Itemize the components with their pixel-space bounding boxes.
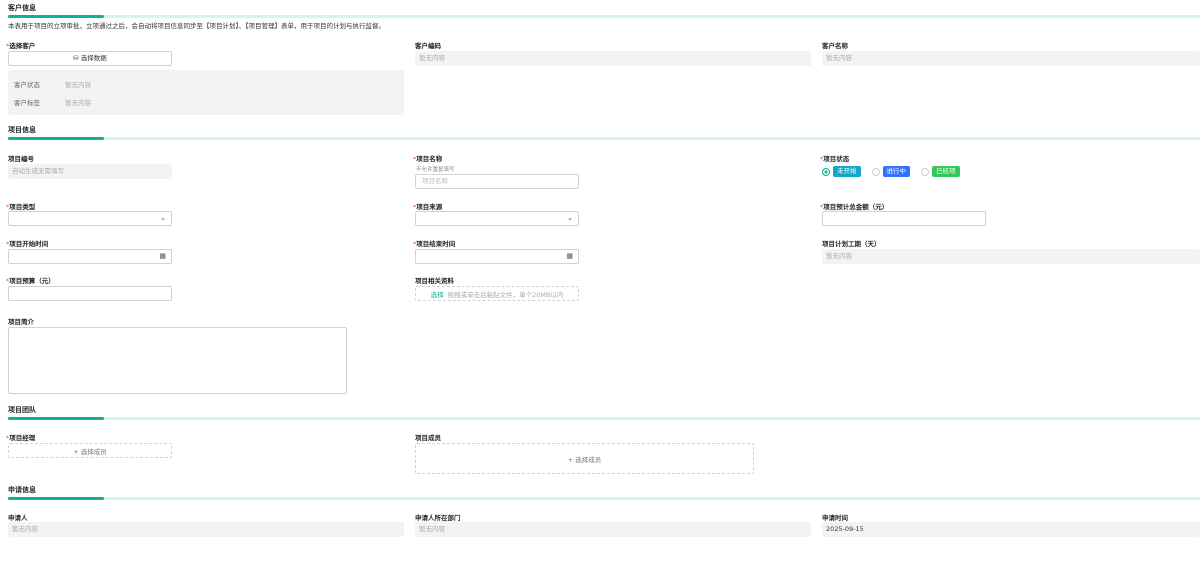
customer-details-panel: 客户状态 暂无内容 客户标签 暂无内容 xyxy=(8,70,404,115)
section-title-apply: 申请信息 xyxy=(8,486,36,494)
customer-status-label: 客户状态 xyxy=(14,81,40,89)
chevron-down-icon: ⌄ xyxy=(567,214,573,222)
applicant-dept-label: 申请人所在部门 xyxy=(415,514,461,522)
select-members-button[interactable]: + 选择成员 xyxy=(415,443,754,474)
customer-tag-label: 客户标签 xyxy=(14,99,40,107)
section-divider xyxy=(8,497,1200,500)
calendar-icon: ▦ xyxy=(159,252,166,260)
project-start-date[interactable]: ▦ xyxy=(8,249,172,264)
customer-tag-value: 暂无内容 xyxy=(65,99,91,107)
database-icon: ⛁ xyxy=(73,54,81,62)
calendar-icon: ▦ xyxy=(566,252,573,260)
form-description: 本表用于项目的立项审批，立项通过之后，会自动将项目信息同步至【项目计划】、【项目… xyxy=(8,22,385,30)
applicant-dept-field: 暂无内容 xyxy=(415,522,811,537)
project-type-select[interactable]: ⌄ xyxy=(8,211,172,226)
radio-icon xyxy=(822,167,830,176)
section-title-project: 项目信息 xyxy=(8,126,36,134)
select-data-button[interactable]: ⛁ 选择数据 xyxy=(8,51,172,66)
project-status-radio-group: 未开始 进行中 已结项 xyxy=(822,166,960,177)
customer-status-value: 暂无内容 xyxy=(65,81,91,89)
project-end-date[interactable]: ▦ xyxy=(415,249,579,264)
file-upload-area[interactable]: 选择 拖拽或单击后粘贴文件，单个20MB以内 xyxy=(415,286,579,301)
project-name-label: *项目名称 xyxy=(413,155,443,163)
select-customer-label: *选择客户 xyxy=(6,42,36,50)
project-number-label: 项目编号 xyxy=(8,155,34,163)
customer-code-field: 暂无内容 xyxy=(415,51,811,66)
section-divider xyxy=(8,417,1200,420)
applicant-label: 申请人 xyxy=(8,514,28,522)
customer-name-field: 暂无内容 xyxy=(822,51,1200,66)
project-source-label: *项目来源 xyxy=(413,203,443,211)
section-divider xyxy=(8,15,1200,18)
project-budget-input[interactable] xyxy=(8,286,172,301)
project-name-hint: 不允许重复填写 xyxy=(416,167,455,173)
section-title-customer: 客户信息 xyxy=(8,4,36,12)
status-radio-closed[interactable]: 已结项 xyxy=(921,166,960,177)
project-number-field: 自动生成无需填写 xyxy=(8,164,172,179)
project-budget-label: *项目预算（元） xyxy=(6,277,55,285)
project-files-label: 项目相关资料 xyxy=(415,277,454,285)
status-tag: 进行中 xyxy=(882,166,910,177)
file-select-link[interactable]: 选择 xyxy=(431,289,444,299)
project-end-label: *项目结束时间 xyxy=(413,240,456,248)
project-manager-label: *项目经理 xyxy=(6,434,36,442)
project-total-label: *项目预计总金额（元） xyxy=(820,203,889,211)
status-radio-not-started[interactable]: 未开始 xyxy=(822,166,861,177)
project-duration-field: 暂无内容 xyxy=(822,249,1200,264)
section-divider xyxy=(8,137,1200,140)
file-upload-hint: 拖拽或单击后粘贴文件，单个20MB以内 xyxy=(447,290,564,299)
project-source-select[interactable]: ⌄ xyxy=(415,211,579,226)
customer-code-label: 客户编码 xyxy=(415,42,441,50)
project-total-input[interactable] xyxy=(822,211,986,226)
project-name-input[interactable]: 项目名称 xyxy=(415,174,579,189)
project-duration-label: 项目计划工期（天） xyxy=(822,240,881,248)
chevron-down-icon: ⌄ xyxy=(160,214,166,222)
project-type-label: *项目类型 xyxy=(6,203,36,211)
applicant-field: 暂无内容 xyxy=(8,522,404,537)
project-intro-textarea[interactable] xyxy=(8,327,347,394)
section-title-team: 项目团队 xyxy=(8,406,36,414)
status-tag: 已结项 xyxy=(932,166,960,177)
status-radio-in-progress[interactable]: 进行中 xyxy=(871,166,910,177)
select-manager-button[interactable]: + 选择成员 xyxy=(8,443,172,458)
project-status-label: *项目状态 xyxy=(820,155,850,163)
project-members-label: 项目成员 xyxy=(415,434,441,442)
project-start-label: *项目开始时间 xyxy=(6,240,49,248)
apply-time-label: 申请时间 xyxy=(822,514,848,522)
radio-icon xyxy=(871,167,880,176)
radio-icon xyxy=(921,167,929,176)
customer-name-label: 客户名称 xyxy=(822,42,848,50)
project-intro-label: 项目简介 xyxy=(8,318,34,326)
status-tag: 未开始 xyxy=(833,166,861,177)
apply-time-field: 2025-09-15 xyxy=(822,522,1200,537)
